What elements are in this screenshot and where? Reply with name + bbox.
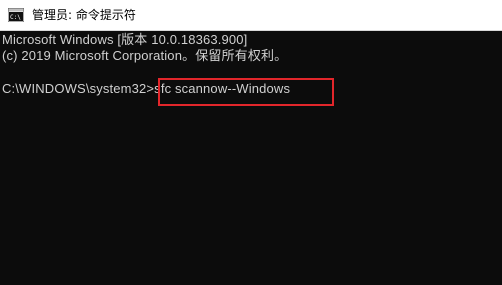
title-bar[interactable]: C:\ 管理员: 命令提示符 — [0, 0, 502, 31]
console-prompt: C:\WINDOWS\system32> — [2, 81, 155, 96]
console-area[interactable]: Microsoft Windows [版本 10.0.18363.900] (c… — [0, 31, 502, 285]
svg-text:C:\: C:\ — [10, 14, 21, 21]
window-title: 管理员: 命令提示符 — [32, 8, 136, 22]
command-prompt-window: C:\ 管理员: 命令提示符 Microsoft Windows [版本 10.… — [0, 0, 502, 285]
console-app-icon-graphic: C:\ — [7, 7, 25, 23]
console-version-line: Microsoft Windows [版本 10.0.18363.900] — [2, 32, 248, 47]
console-copyright-line: (c) 2019 Microsoft Corporation。保留所有权利。 — [2, 48, 288, 63]
command-highlight-box — [158, 78, 334, 106]
console-app-icon[interactable]: C:\ — [7, 7, 25, 23]
